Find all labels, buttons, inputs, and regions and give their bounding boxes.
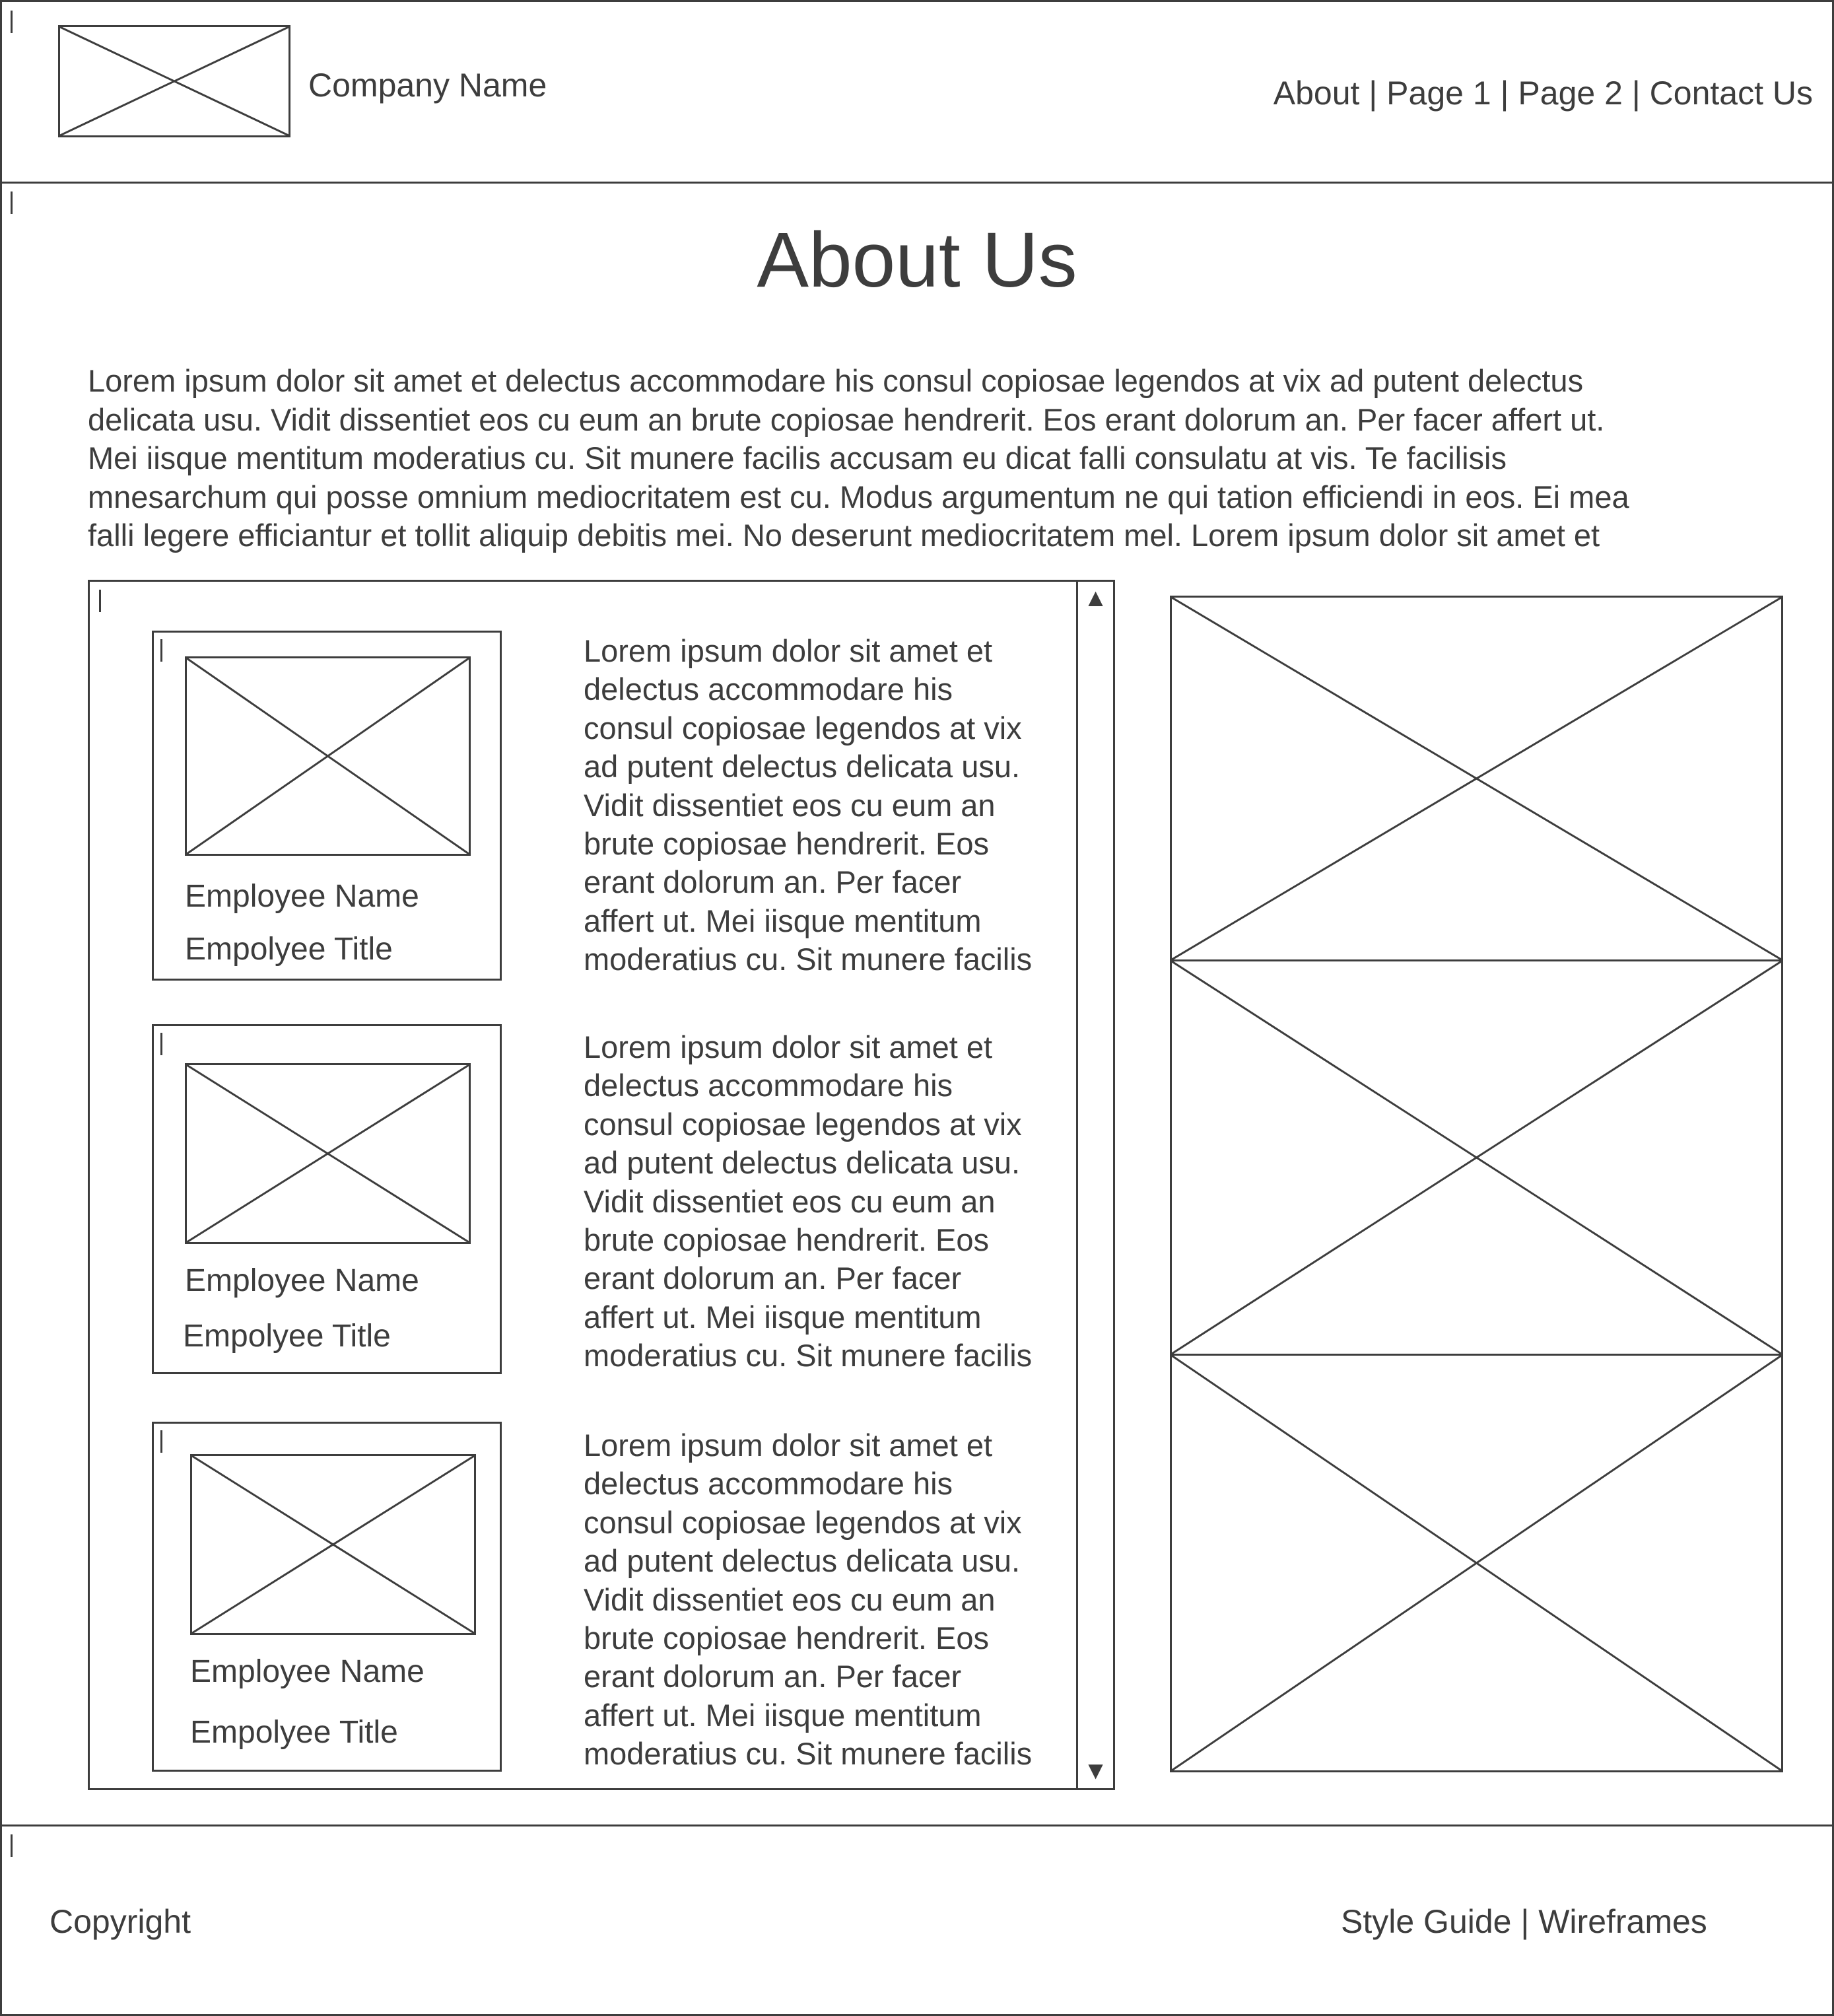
employee-bio: Lorem ipsum dolor sit amet et delectus a… — [584, 1028, 1085, 1375]
employee-scroll-panel[interactable]: ▲ ▼ Employee Name Empolyee Title Lorem i… — [88, 580, 1115, 1790]
bio-line: Lorem ipsum dolor sit amet et — [584, 633, 993, 668]
bio-line: consul copiosae legendos at vix — [584, 710, 1022, 746]
image-placeholder — [1170, 1354, 1783, 1772]
intro-line: delicata usu. Vidit dissentiet eos cu eu… — [88, 401, 1605, 437]
bio-line: moderatius cu. Sit munere facilis — [584, 1338, 1033, 1373]
bio-line: Vidit dissentiet eos cu eum an — [584, 1183, 996, 1219]
logo-placeholder-image — [58, 25, 290, 137]
bio-line: Lorem ipsum dolor sit amet et — [584, 1029, 993, 1064]
employee-card: Employee Name Empolyee Title — [152, 1024, 502, 1374]
employee-name: Employee Name — [185, 879, 419, 914]
text-cursor — [11, 1834, 13, 1857]
employee-photo-placeholder-image — [185, 656, 471, 856]
scroll-up-arrow-icon[interactable]: ▲ — [1078, 584, 1113, 613]
intro-line: Lorem ipsum dolor sit amet et delectus a… — [88, 363, 1584, 398]
bio-line: brute copiosae hendrerit. Eos — [584, 1620, 989, 1656]
bio-line: Vidit dissentiet eos cu eum an — [584, 1582, 996, 1617]
bio-line: affert ut. Mei iisque mentitum — [584, 903, 982, 938]
intro-line: Mei iisque mentitum moderatius cu. Sit m… — [88, 440, 1507, 475]
bio-line: ad putent delectus delicata usu. — [584, 749, 1021, 784]
bio-line: brute copiosae hendrerit. Eos — [584, 826, 989, 862]
intro-paragraph: Lorem ipsum dolor sit amet et delectus a… — [88, 362, 1817, 555]
bio-line: affert ut. Mei iisque mentitum — [584, 1299, 982, 1335]
bio-line: Lorem ipsum dolor sit amet et — [584, 1428, 993, 1463]
employee-name: Employee Name — [185, 1263, 419, 1298]
bio-line: delectus accommodare his — [584, 1068, 953, 1103]
employee-name: Employee Name — [190, 1654, 425, 1689]
bio-line: erant dolorum an. Per facer — [584, 1659, 962, 1694]
text-cursor — [11, 11, 13, 33]
bio-line: Vidit dissentiet eos cu eum an — [584, 787, 996, 823]
bio-line: brute copiosae hendrerit. Eos — [584, 1222, 989, 1258]
employee-bio: Lorem ipsum dolor sit amet et delectus a… — [584, 632, 1085, 979]
bio-line: ad putent delectus delicata usu. — [584, 1145, 1021, 1181]
employee-title: Empolyee Title — [185, 932, 393, 967]
employee-card: Employee Name Empolyee Title — [152, 1422, 502, 1772]
employee-photo-placeholder-image — [185, 1063, 471, 1244]
text-cursor — [160, 639, 162, 662]
bio-line: affert ut. Mei iisque mentitum — [584, 1697, 982, 1733]
intro-line: mnesarchum qui posse omnium mediocritate… — [88, 479, 1629, 514]
copyright-text: Copyright — [50, 1903, 191, 1940]
employee-title: Empolyee Title — [190, 1715, 398, 1750]
bio-line: ad putent delectus delicata usu. — [584, 1543, 1021, 1579]
employee-bio: Lorem ipsum dolor sit amet et delectus a… — [584, 1426, 1085, 1774]
image-placeholder — [1170, 596, 1783, 961]
bio-line: consul copiosae legendos at vix — [584, 1504, 1022, 1540]
bio-line: erant dolorum an. Per facer — [584, 864, 962, 900]
text-cursor — [99, 590, 101, 612]
employee-photo-placeholder-image — [190, 1454, 476, 1635]
bio-line: delectus accommodare his — [584, 672, 953, 707]
text-cursor — [160, 1430, 162, 1453]
top-nav-links[interactable]: About | Page 1 | Page 2 | Contact Us — [1274, 74, 1813, 112]
intro-line: falli legere efficiantur et tollit aliqu… — [88, 518, 1600, 553]
image-placeholder — [1170, 959, 1783, 1356]
bio-line: moderatius cu. Sit munere facilis — [584, 1736, 1033, 1772]
page-title: About Us — [757, 217, 1077, 304]
employee-card: Employee Name Empolyee Title — [152, 631, 502, 981]
text-cursor — [11, 191, 13, 214]
bio-line: consul copiosae legendos at vix — [584, 1106, 1022, 1142]
employee-title: Empolyee Title — [183, 1319, 391, 1354]
bio-line: moderatius cu. Sit munere facilis — [584, 942, 1033, 977]
bio-line: delectus accommodare his — [584, 1466, 953, 1502]
bio-line: erant dolorum an. Per facer — [584, 1261, 962, 1296]
company-name: Company Name — [308, 67, 547, 104]
footer-links[interactable]: Style Guide | Wireframes — [1341, 1902, 1707, 1941]
text-cursor — [160, 1033, 162, 1055]
